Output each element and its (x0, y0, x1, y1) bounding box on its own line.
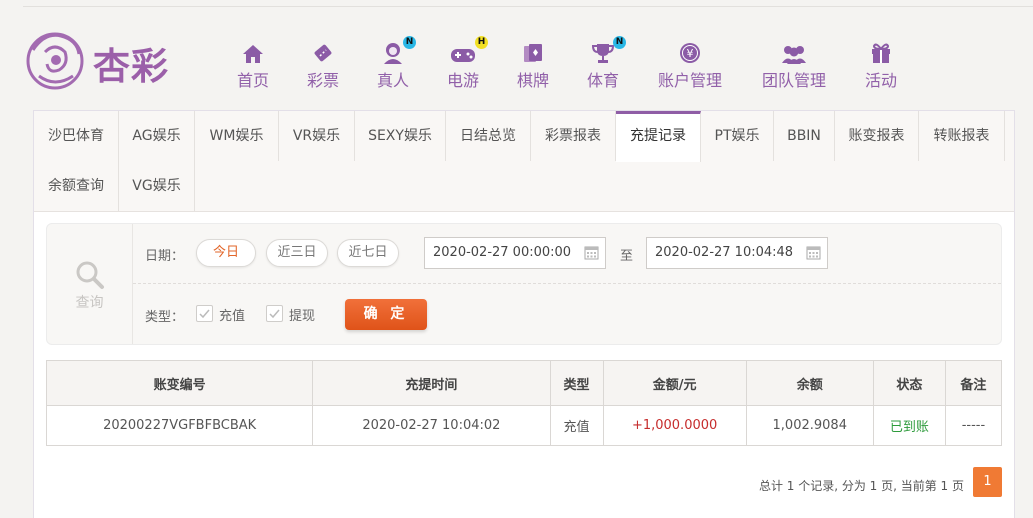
trophy-icon: N (586, 36, 626, 64)
records-table: 账变编号 充提时间 类型 金额/元 余额 状态 备注 20200227VGFBF… (45, 360, 1003, 446)
gamepad-icon: H (446, 36, 488, 64)
nav-label: 活动 (864, 71, 897, 90)
tab-balance-change-report[interactable]: 账变报表 (835, 111, 919, 161)
tab-sexy[interactable]: SEXY娱乐 (355, 111, 446, 161)
col-amount: 金额/元 (602, 360, 747, 406)
tab-saba-sports[interactable]: 沙巴体育 (34, 111, 119, 161)
tab-daily-summary[interactable]: 日结总览 (446, 111, 531, 161)
cell-type: 充值 (549, 405, 604, 446)
nav-team[interactable]: 团队管理 (760, 38, 828, 91)
deposit-checkbox[interactable] (196, 305, 213, 322)
nav-label: 首页 (236, 71, 269, 90)
tab-wm[interactable]: WM娱乐 (195, 111, 279, 161)
logo-emblem-icon (26, 32, 84, 90)
query-text: 查询 (75, 295, 104, 311)
gift-icon (864, 38, 898, 64)
new-badge: N (613, 36, 626, 49)
tab-vg[interactable]: VG娱乐 (119, 161, 195, 211)
nav-label: 电游 (446, 71, 479, 90)
top-divider (23, 6, 1033, 7)
pagination-summary: 总计 1 个记录, 分为 1 页, 当前第 1 页 (758, 479, 964, 493)
tab-transfer-report[interactable]: 转账报表 (919, 111, 1005, 161)
tab-vr[interactable]: VR娱乐 (279, 111, 355, 161)
cell-remark: ----- (944, 405, 1003, 446)
table-row: 20200227VGFBFBCBAK 2020-02-27 10:04:02 充… (45, 405, 1003, 446)
cell-record-id: 20200227VGFBFBCBAK (45, 405, 314, 446)
type-row: 类型： 充值 提现 确 定 (133, 224, 1001, 344)
home-icon (236, 38, 270, 64)
new-badge: N (403, 36, 416, 49)
tab-pt[interactable]: PT娱乐 (701, 111, 774, 161)
team-icon (760, 38, 828, 64)
cell-status: 已到账 (872, 405, 946, 446)
withdraw-checkbox-label: 提现 (289, 309, 316, 324)
ticket-icon (306, 38, 340, 64)
page-1-button[interactable]: 1 (973, 467, 1002, 497)
nav-label: 体育 (586, 71, 619, 90)
cell-balance: 1,002.9084 (745, 405, 874, 446)
tab-deposit-withdraw[interactable]: 充提记录 (616, 111, 701, 162)
col-remark: 备注 (944, 360, 1003, 406)
nav-lottery[interactable]: 彩票 (306, 38, 340, 91)
tab-bbin[interactable]: BBIN (774, 111, 835, 161)
svg-text:¥: ¥ (687, 47, 694, 60)
nav-label: 真人 (376, 71, 409, 90)
nav-account[interactable]: ¥ 账户管理 (656, 38, 724, 91)
col-time: 充提时间 (312, 360, 551, 406)
tab-ag[interactable]: AG娱乐 (119, 111, 195, 161)
type-label: 类型： (145, 310, 185, 325)
nav-egames[interactable]: H 电游 (446, 36, 488, 91)
check-icon (269, 309, 280, 319)
logo-text: 杏彩 (93, 44, 169, 88)
site-logo[interactable]: 杏彩 (25, 30, 180, 90)
col-type: 类型 (549, 360, 604, 406)
col-status: 状态 (872, 360, 946, 406)
nav-cards[interactable]: 棋牌 (516, 38, 550, 91)
cell-time: 2020-02-27 10:04:02 (312, 405, 551, 446)
tab-balance-inquiry[interactable]: 余额查询 (34, 161, 119, 211)
report-panel: 沙巴体育 AG娱乐 WM娱乐 VR娱乐 SEXY娱乐 日结总览 彩票报表 充提记… (33, 110, 1015, 518)
nav-label: 棋牌 (516, 71, 549, 90)
nav-live[interactable]: N 真人 (376, 36, 416, 91)
confirm-button[interactable]: 确 定 (345, 299, 427, 330)
report-tabs: 沙巴体育 AG娱乐 WM娱乐 VR娱乐 SEXY娱乐 日结总览 彩票报表 充提记… (34, 111, 1014, 212)
nav-home[interactable]: 首页 (236, 38, 270, 91)
tab-lottery-report[interactable]: 彩票报表 (531, 111, 616, 161)
withdraw-checkbox[interactable] (266, 305, 283, 322)
check-icon (199, 309, 210, 319)
query-form: 查询 日期： 今日 近三日 近七日 2020-02-27 00:00:00 至 … (46, 223, 1002, 345)
nav-label: 账户管理 (657, 71, 722, 90)
cell-amount: +1,000.0000 (602, 405, 747, 446)
yen-coin-icon: ¥ (656, 38, 724, 64)
dealer-icon: N (376, 36, 416, 64)
col-balance: 余额 (745, 360, 874, 406)
hot-badge: H (475, 36, 488, 49)
nav-label: 彩票 (306, 71, 339, 90)
query-side-label: 查询 (47, 224, 133, 344)
table-header-row: 账变编号 充提时间 类型 金额/元 余额 状态 备注 (45, 360, 1003, 406)
nav-sports[interactable]: N 体育 (586, 36, 626, 91)
col-record-id: 账变编号 (45, 360, 314, 406)
nav-label: 团队管理 (761, 71, 826, 90)
deposit-checkbox-label: 充值 (219, 309, 246, 324)
nav-promotions[interactable]: 活动 (864, 38, 898, 91)
cards-icon (516, 38, 550, 64)
search-icon (76, 261, 104, 289)
